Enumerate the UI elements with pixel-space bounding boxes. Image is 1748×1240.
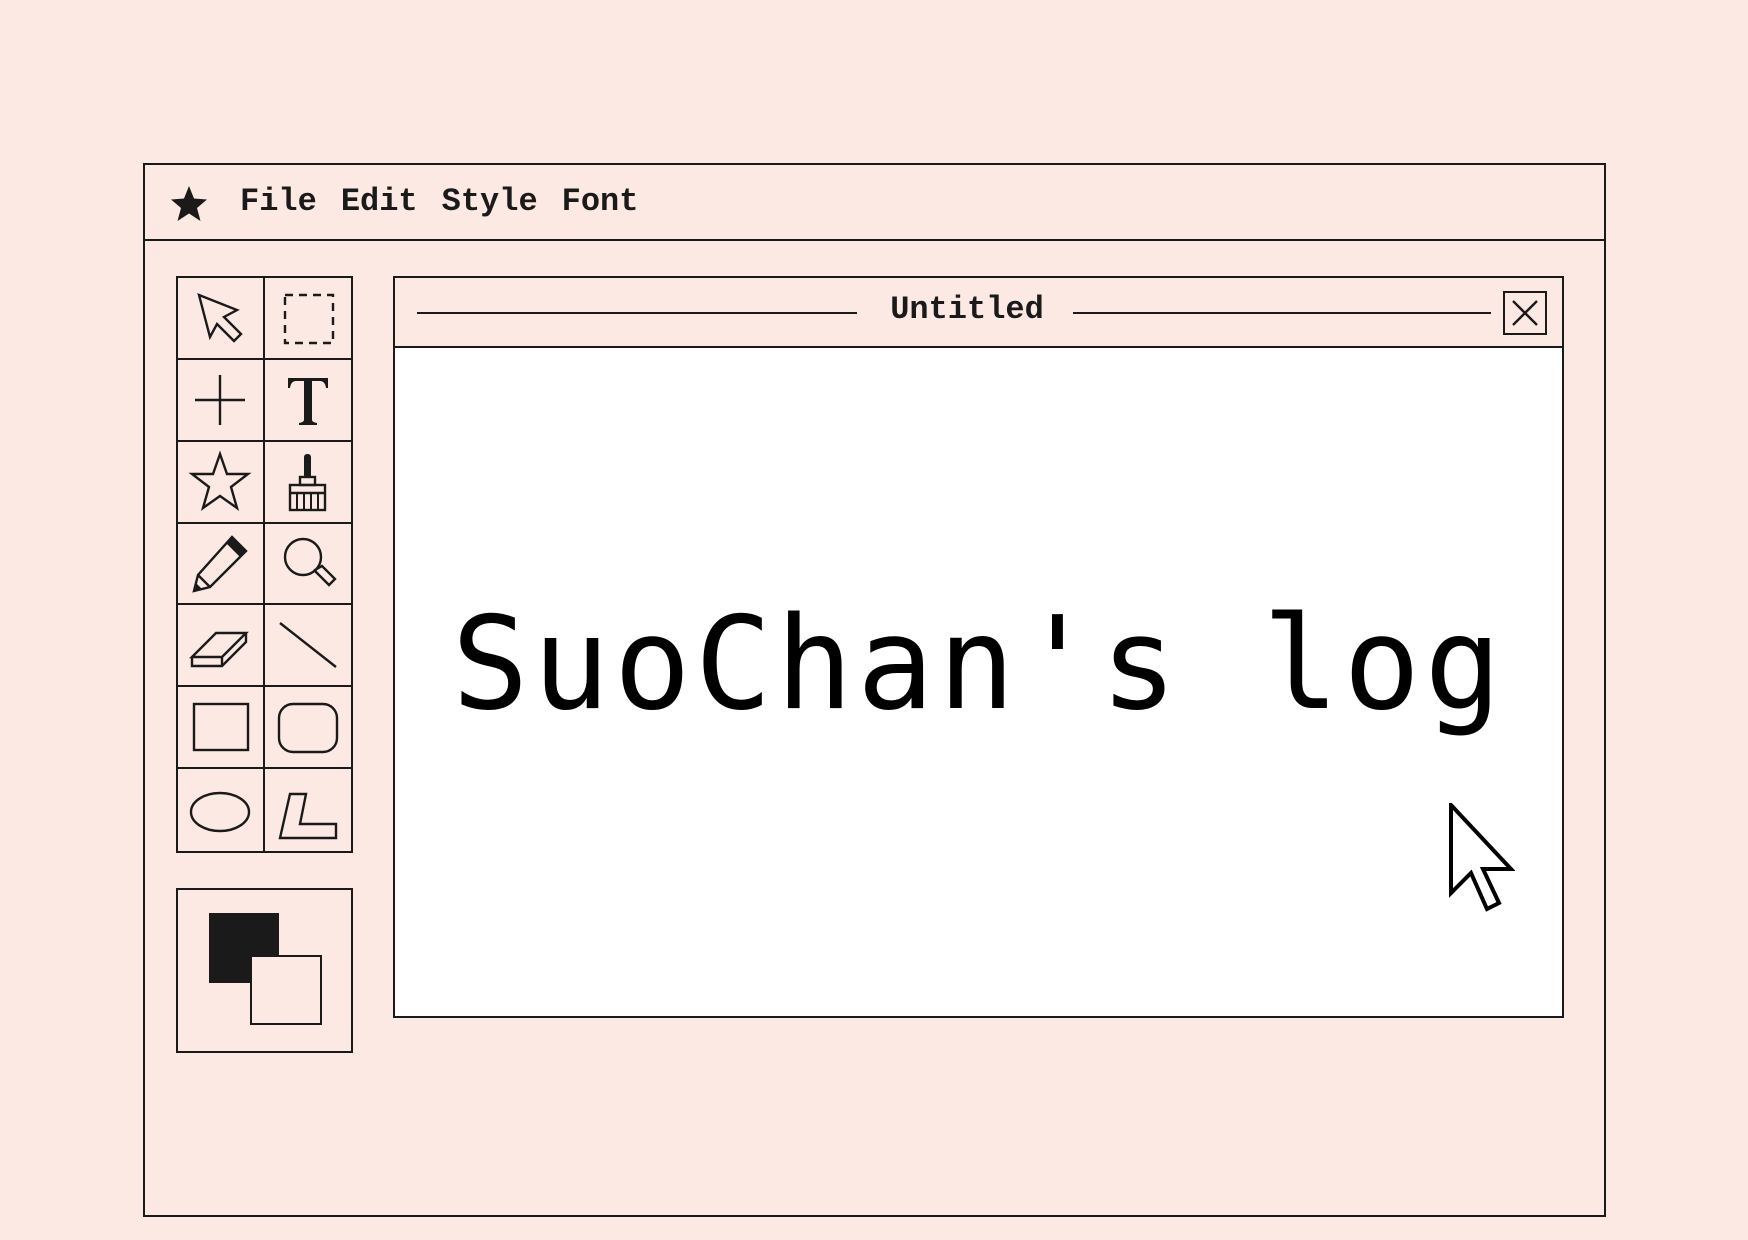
mouse-pointer-icon — [1449, 803, 1515, 912]
app-window: File Edit Style Font Untitled SuoChan's … — [143, 163, 1606, 1217]
star-icon[interactable] — [169, 184, 209, 224]
rectangle-icon — [193, 703, 250, 752]
tool-brush[interactable] — [264, 442, 351, 524]
text-tool-icon — [287, 377, 328, 425]
tool-marquee[interactable] — [264, 278, 351, 360]
star-shape-icon — [188, 449, 252, 511]
tool-arrow[interactable] — [178, 278, 265, 360]
paint-brush-icon — [288, 453, 326, 511]
document-title: Untitled — [890, 291, 1044, 328]
close-icon — [1512, 300, 1538, 326]
tool-rectangle[interactable] — [178, 687, 265, 770]
marquee-select-icon — [283, 293, 334, 345]
pencil-icon — [192, 535, 248, 594]
document-titlebar[interactable]: Untitled — [395, 278, 1562, 348]
menubar: File Edit Style Font — [145, 165, 1604, 241]
magnifier-icon — [283, 538, 337, 588]
eraser-icon — [189, 632, 250, 668]
tool-star[interactable] — [178, 441, 265, 524]
toolbox — [176, 276, 353, 853]
tool-magnifier[interactable] — [264, 524, 351, 606]
background-color-swatch[interactable] — [250, 955, 322, 1025]
rounded-rectangle-icon — [277, 703, 338, 754]
document-canvas[interactable]: SuoChan's log — [395, 348, 1562, 1016]
menu-style[interactable]: Style — [442, 185, 538, 219]
tool-polygon[interactable] — [265, 769, 352, 851]
menu-font[interactable]: Font — [562, 185, 639, 219]
menu-file[interactable]: File — [240, 185, 317, 219]
tool-line[interactable] — [264, 605, 351, 688]
arrow-select-icon — [197, 292, 243, 343]
oval-icon — [190, 791, 251, 833]
close-button[interactable] — [1503, 291, 1547, 335]
tool-pencil[interactable] — [178, 523, 265, 606]
crosshair-icon — [195, 374, 246, 425]
tool-text[interactable] — [264, 360, 351, 442]
color-selector — [176, 888, 353, 1053]
polygon-icon — [278, 792, 337, 840]
tool-oval[interactable] — [178, 769, 265, 851]
menu-items: File Edit Style Font — [240, 185, 638, 219]
tool-rounded-rectangle[interactable] — [264, 687, 351, 770]
document-window: Untitled SuoChan's log — [393, 276, 1564, 1018]
tool-eraser[interactable] — [178, 605, 265, 688]
menu-edit[interactable]: Edit — [341, 185, 418, 219]
tool-crosshair[interactable] — [178, 359, 265, 442]
line-tool-icon — [279, 622, 337, 669]
document-text: SuoChan's log — [451, 590, 1506, 739]
